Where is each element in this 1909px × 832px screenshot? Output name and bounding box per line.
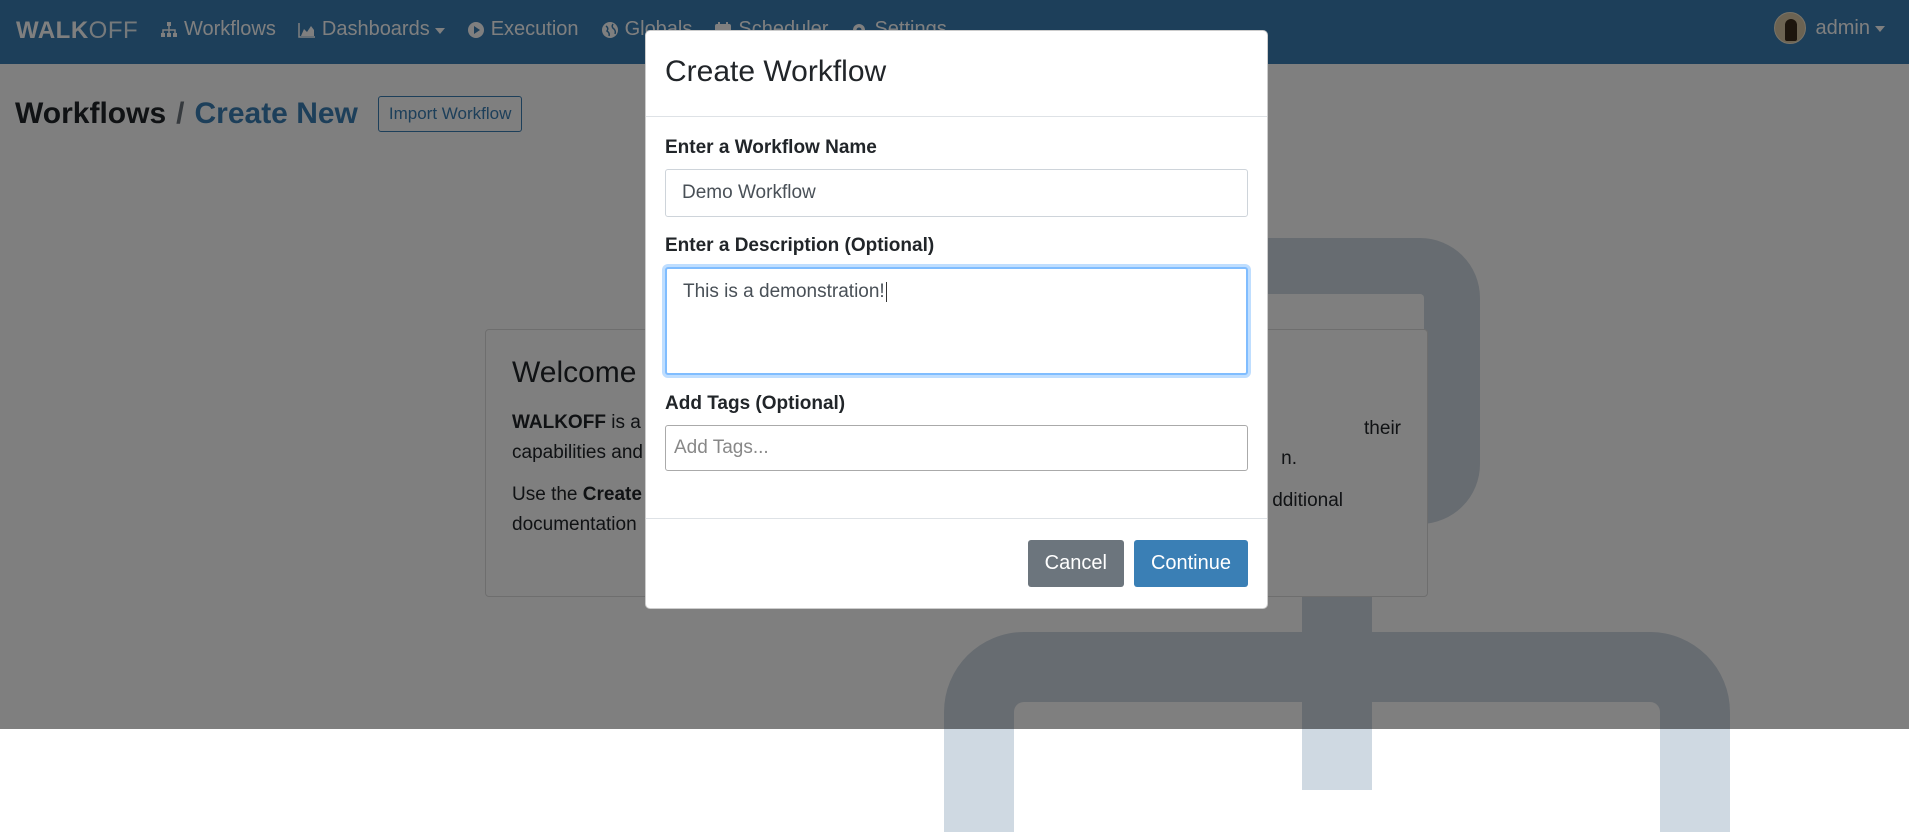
tags-group: Add Tags (Optional) Add Tags...: [665, 393, 1248, 471]
modal-title: Create Workflow: [665, 55, 887, 88]
cancel-button[interactable]: Cancel: [1027, 540, 1124, 587]
workflow-name-input[interactable]: Demo Workflow: [665, 169, 1248, 217]
description-group: Enter a Description (Optional) This is a…: [665, 235, 1248, 375]
modal-body: Enter a Workflow Name Demo Workflow Ente…: [646, 117, 1267, 471]
workflow-name-label: Enter a Workflow Name: [665, 137, 877, 158]
modal-header: Create Workflow: [646, 31, 1267, 117]
description-textarea[interactable]: This is a demonstration!: [665, 267, 1248, 375]
create-workflow-modal: Create Workflow Enter a Workflow Name De…: [645, 30, 1268, 609]
tags-label: Add Tags (Optional): [665, 393, 846, 414]
text-cursor: [885, 281, 887, 302]
workflow-name-group: Enter a Workflow Name Demo Workflow: [665, 137, 1248, 217]
continue-button[interactable]: Continue: [1133, 540, 1248, 587]
modal-footer: Cancel Continue: [646, 518, 1267, 608]
description-label: Enter a Description (Optional): [665, 235, 935, 256]
description-text: This is a demonstration!: [683, 281, 885, 302]
tags-input[interactable]: Add Tags...: [665, 425, 1248, 471]
